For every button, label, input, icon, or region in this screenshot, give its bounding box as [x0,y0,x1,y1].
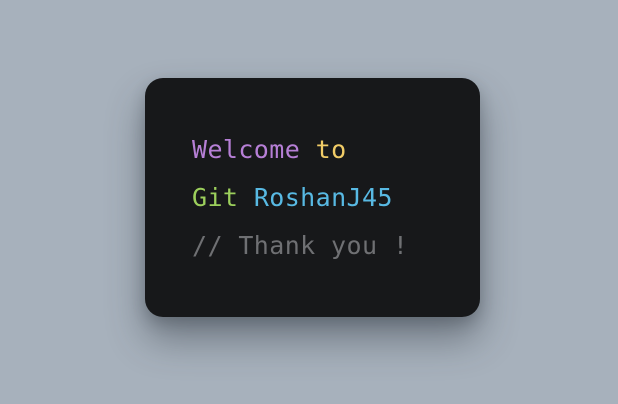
to-word: to [315,135,347,164]
welcome-word: Welcome [192,135,301,164]
welcome-line: Welcome to [192,133,347,167]
thank-you-comment: // Thank you ! [192,231,409,260]
username: RoshanJ45 [253,183,393,212]
git-user-line: Git RoshanJ45 [192,181,393,215]
welcome-code-card: Welcome to Git RoshanJ45 // Thank you ! [145,78,480,317]
git-word: Git [192,183,239,212]
